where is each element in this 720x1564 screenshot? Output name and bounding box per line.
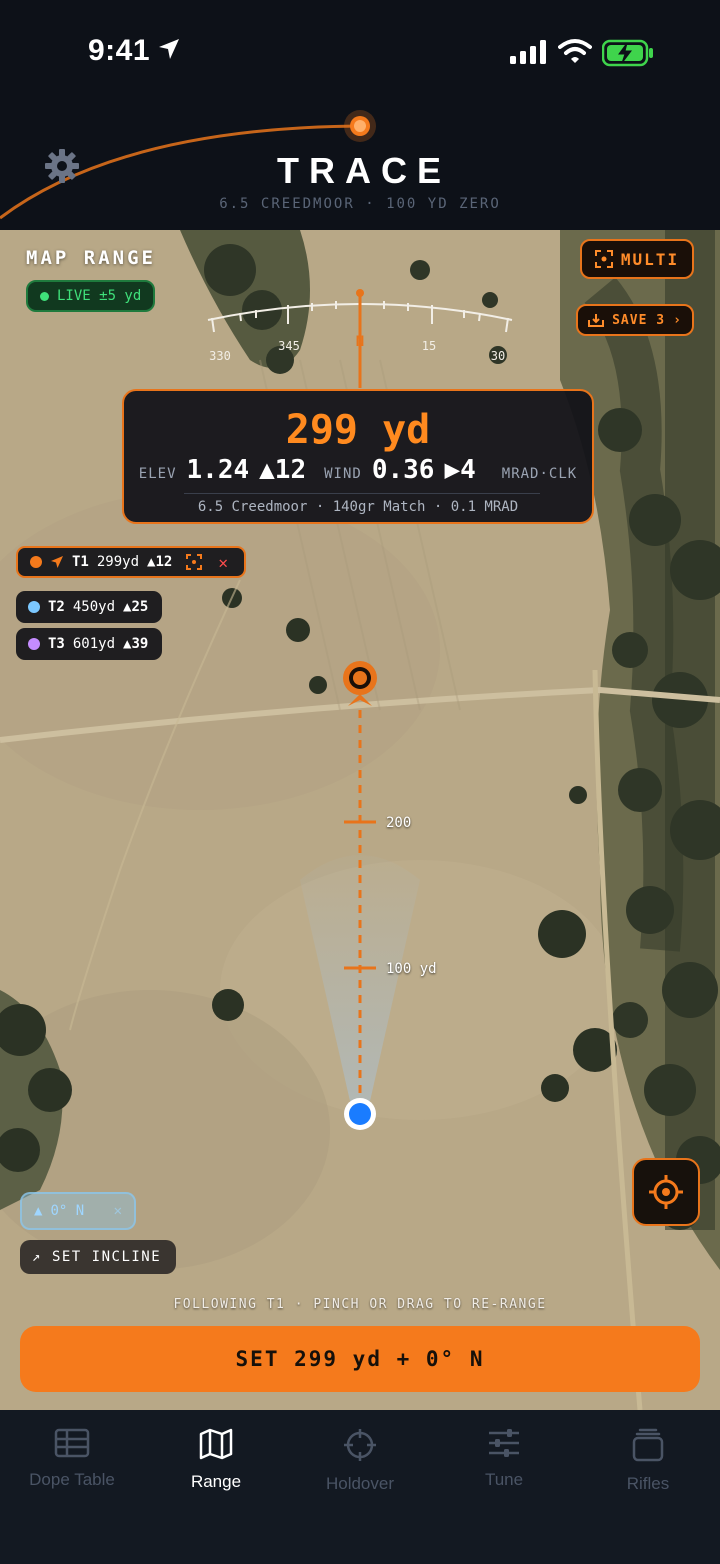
clear-bearing-icon[interactable]: ✕ (114, 1203, 122, 1219)
set-range-button[interactable]: SET 299 yd + 0° N (20, 1326, 700, 1392)
stack-icon (632, 1428, 664, 1462)
save-tray-icon (588, 314, 605, 327)
load-description: 6.5 Creedmoor · 140gr Match · 0.1 MRAD (197, 499, 519, 515)
range-line-overlay (343, 661, 377, 1130)
readout-divider (184, 493, 540, 494)
compass-heading-arc[interactable]: 330 345 N 15 30 (200, 288, 520, 388)
cellular-signal-icon (510, 40, 546, 64)
target-color-dot (30, 556, 42, 568)
units-label: MRAD·CLK (501, 466, 578, 482)
target-clicks: ▲25 (123, 599, 149, 615)
live-accuracy-badge: LIVE ±5 yd (26, 280, 156, 312)
save-targets-button[interactable]: SAVE 3 › (576, 304, 694, 336)
tab-range[interactable]: Range (144, 1428, 288, 1492)
tab-label: Rifles (626, 1474, 670, 1493)
bearing-chip[interactable]: ▲ 0° N ✕ (20, 1192, 136, 1230)
live-dot (40, 291, 49, 301)
table-icon (54, 1428, 90, 1458)
target-pin-t1[interactable] (343, 661, 377, 706)
app-title: TRACE (277, 150, 451, 191)
location-arrow-icon (51, 556, 63, 568)
elev-value: 1.24 (186, 455, 250, 485)
target-color-dot (28, 638, 40, 650)
save-button-label: SAVE 3 (612, 312, 666, 328)
target-name: T3 (48, 636, 65, 652)
sliders-icon (489, 1429, 519, 1457)
target-chip-t3[interactable]: T3 601yd ▲39 (16, 628, 163, 660)
remove-target-icon[interactable]: ✕ (218, 553, 228, 572)
target-name: T1 (72, 554, 89, 570)
map-range-label: MAP RANGE (26, 247, 156, 269)
app-subtitle: 6.5 CREEDMOOR · 100 YD ZERO (219, 196, 501, 212)
tab-rifles[interactable]: Rifles (576, 1428, 720, 1494)
elev-clicks: ▲12 (259, 455, 307, 485)
target-chip-t2[interactable]: T2 450yd ▲25 (16, 591, 163, 623)
crosshair-icon (344, 1429, 376, 1461)
bearing-value: 0° N (50, 1203, 85, 1219)
target-clicks: ▲39 (123, 636, 149, 652)
target-range: 450yd (72, 599, 116, 615)
target-range: 299yd (96, 554, 140, 570)
follow-hint: FOLLOWING T1 · PINCH OR DRAG TO RE-RANGE (173, 1297, 547, 1312)
target-range: 601yd (72, 636, 116, 652)
tab-label: Range (190, 1472, 242, 1491)
compass-label-345: 345 (278, 339, 300, 353)
wind-value: 0.36 (371, 455, 435, 485)
tab-tune[interactable]: Tune (432, 1428, 576, 1490)
target-color-dot (28, 601, 40, 613)
scan-target-icon (594, 250, 613, 268)
ballistic-readout-card: 299 yd ELEV 1.24 ▲12 WIND 0.36 ▶4 MRAD·C… (122, 389, 594, 524)
range-value: 299 yd (285, 407, 431, 453)
scan-target-icon[interactable] (186, 554, 203, 570)
map-icon (199, 1428, 233, 1460)
battery-charging-icon (602, 39, 653, 67)
chevron-right-icon: › (673, 312, 682, 328)
wind-label: WIND (324, 466, 362, 482)
set-incline-label: SET INCLINE (51, 1249, 162, 1265)
arrow-up-right-icon: ↗ (32, 1249, 42, 1265)
tab-label: Holdover (325, 1474, 395, 1493)
locate-crosshair-icon (649, 1175, 683, 1209)
tab-dope-table[interactable]: Dope Table (0, 1428, 144, 1490)
target-name: T2 (48, 599, 65, 615)
bearing-arrow-icon: ▲ (34, 1203, 43, 1219)
location-arrow-icon (159, 39, 179, 59)
status-time: 9:41 (88, 34, 151, 67)
tab-holdover[interactable]: Holdover (288, 1428, 432, 1494)
target-chip-t1[interactable]: T1 299yd ▲12 ✕ (16, 546, 246, 578)
readout-row: ELEV 1.24 ▲12 WIND 0.36 ▶4 MRAD·CLK (124, 455, 592, 485)
multi-button-label: MULTI (620, 249, 680, 269)
user-location-dot (344, 1098, 376, 1130)
live-badge-text: LIVE ±5 yd (57, 288, 142, 304)
wind-clicks: ▶4 (444, 455, 476, 485)
target-clicks: ▲12 (147, 554, 173, 570)
compass-label-15: 15 (422, 339, 436, 353)
set-incline-button[interactable]: ↗ SET INCLINE (20, 1240, 176, 1274)
compass-label-north: N (356, 334, 364, 350)
range-tick-label-100: 100 yd (386, 961, 437, 977)
multi-target-button[interactable]: MULTI (580, 239, 694, 279)
wifi-icon (558, 39, 592, 63)
compass-label-330: 330 (209, 349, 231, 363)
range-tick-label-200: 200 (386, 815, 412, 831)
compass-label-30: 30 (491, 349, 505, 363)
elev-label: ELEV (138, 466, 177, 482)
tab-label: Tune (484, 1470, 524, 1489)
tab-label: Dope Table (29, 1470, 115, 1489)
recenter-location-button[interactable] (632, 1158, 700, 1226)
